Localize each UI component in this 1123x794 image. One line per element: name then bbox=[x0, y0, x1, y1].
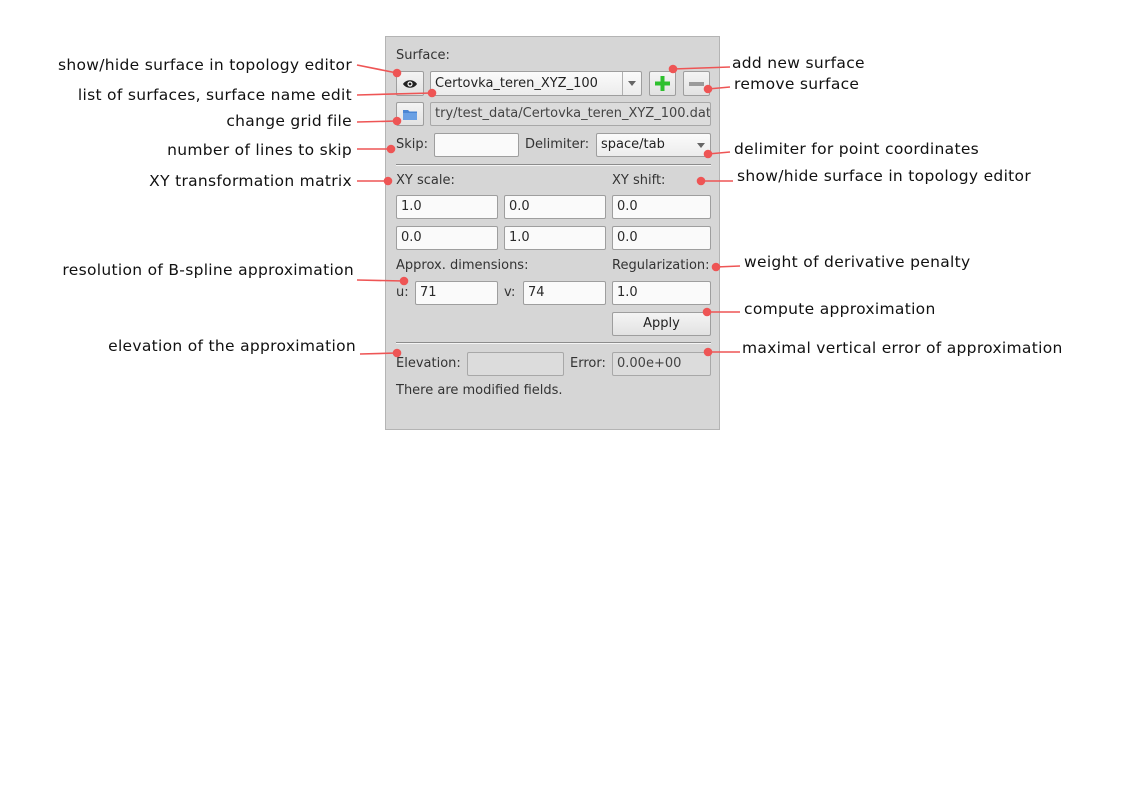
annotation-weight: weight of derivative penalty bbox=[744, 253, 971, 271]
annotation-lines-skip: number of lines to skip bbox=[167, 141, 352, 159]
annotation-elevation: elevation of the approximation bbox=[108, 337, 356, 355]
annotation-add-surface: add new surface bbox=[732, 54, 865, 72]
annotation-change-grid: change grid file bbox=[226, 112, 352, 130]
annotation-remove-surface: remove surface bbox=[734, 75, 860, 93]
annotation-show-hide-right: show/hide surface in topology editor bbox=[737, 167, 1032, 185]
annotation-max-error: maximal vertical error of approximation bbox=[742, 339, 1063, 357]
annotation-xy-matrix: XY transformation matrix bbox=[149, 172, 352, 190]
annotation-resolution: resolution of B-spline approximation bbox=[62, 261, 354, 279]
annotation-compute: compute approximation bbox=[744, 300, 936, 318]
annotation-list-surfaces: list of surfaces, surface name edit bbox=[77, 86, 352, 104]
annotation-lines bbox=[356, 64, 741, 358]
annotation-show-hide: show/hide surface in topology editor bbox=[57, 56, 352, 74]
annotation-delimiter: delimiter for point coordinates bbox=[734, 140, 980, 158]
